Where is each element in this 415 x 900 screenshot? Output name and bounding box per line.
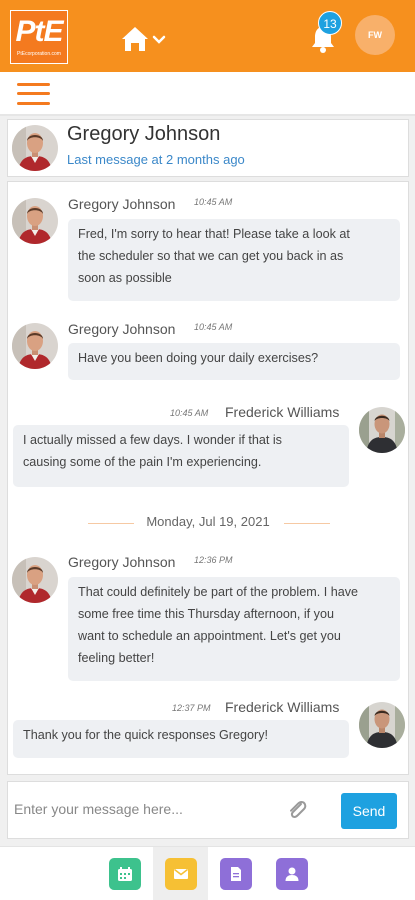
message-bubble: Have you been doing your daily exercises…: [68, 343, 400, 380]
home-icon: [122, 27, 166, 51]
message-sender: Gregory Johnson: [68, 196, 176, 212]
paperclip-icon: [290, 800, 307, 819]
message-list[interactable]: Gregory Johnson 10:45 AM Fred, I'm sorry…: [7, 181, 409, 775]
date-separator-text: Monday, Jul 19, 2021: [146, 514, 270, 529]
bottom-nav: [0, 846, 415, 900]
message-line: Have you been doing your daily exercises…: [78, 351, 319, 365]
message-composer: Send: [7, 781, 409, 839]
message-bubble: Fred, I'm sorry to hear that! Please tak…: [68, 219, 400, 301]
send-button[interactable]: Send: [341, 793, 397, 829]
last-message-status: Last message at 2 months ago: [67, 152, 245, 167]
chevron-down-icon: [152, 35, 166, 44]
document-icon: [231, 867, 241, 881]
user-avatar-button[interactable]: FW: [355, 15, 395, 55]
message-line: some free time this Thursday afternoon, …: [78, 607, 334, 621]
message-time: 10:45 AM: [194, 322, 233, 332]
contact-avatar: [12, 125, 58, 171]
message-sender: Frederick Williams: [225, 699, 340, 715]
conversation-header: Gregory Johnson Last message at 2 months…: [7, 119, 409, 177]
nav-messages-button[interactable]: [165, 858, 197, 890]
message-line: Fred, I'm sorry to hear that! Please tak…: [78, 227, 350, 241]
message-input[interactable]: [14, 794, 284, 824]
message-bubble: I actually missed a few days. I wonder i…: [13, 425, 349, 487]
date-line-right: [284, 523, 330, 524]
logo-subtext: PtEcorporation.com: [17, 51, 61, 57]
sender-avatar: [359, 702, 405, 748]
contact-name: Gregory Johnson: [67, 123, 221, 145]
message-sender: Frederick Williams: [225, 404, 340, 420]
message-time: 10:45 AM: [194, 197, 233, 207]
message-line: want to schedule an appointment. Let's g…: [78, 629, 341, 643]
message-line: the scheduler so that we can get you bac…: [78, 249, 344, 263]
sender-avatar: [12, 198, 58, 244]
message-time: 10:45 AM: [170, 408, 209, 418]
message-sender: Gregory Johnson: [68, 554, 176, 570]
sender-avatar: [12, 323, 58, 369]
divider: [0, 114, 415, 116]
message-line: soon as possible: [78, 271, 172, 285]
menu-row: [0, 72, 415, 114]
message-bubble: Thank you for the quick responses Gregor…: [13, 720, 349, 758]
sender-avatar: [12, 557, 58, 603]
message-line: feeling better!: [78, 651, 155, 665]
message-time: 12:37 PM: [172, 703, 211, 713]
calendar-icon: [118, 867, 132, 881]
message-line: Thank you for the quick responses Gregor…: [23, 728, 269, 742]
message-line: causing some of the pain I'm experiencin…: [23, 455, 262, 469]
nav-calendar-button[interactable]: [109, 858, 141, 890]
message-time: 12:36 PM: [194, 555, 233, 565]
date-separator: Monday, Jul 19, 2021: [8, 513, 408, 533]
message-line: That could definitely be part of the pro…: [78, 585, 359, 599]
logo-text: PtE: [15, 15, 63, 48]
home-menu-button[interactable]: [120, 24, 170, 54]
attach-file-button[interactable]: [286, 798, 308, 822]
message-line: I actually missed a few days. I wonder i…: [23, 433, 282, 447]
pte-logo[interactable]: PtE PtEcorporation.com: [10, 10, 68, 64]
message-sender: Gregory Johnson: [68, 321, 176, 337]
message-bubble: That could definitely be part of the pro…: [68, 577, 400, 681]
nav-documents-button[interactable]: [220, 858, 252, 890]
top-bar: PtE PtEcorporation.com 13 FW: [0, 0, 415, 72]
hamburger-menu-icon[interactable]: [17, 82, 50, 106]
sender-avatar: [359, 407, 405, 453]
notification-count-badge: 13: [318, 11, 342, 35]
nav-profile-button[interactable]: [276, 858, 308, 890]
envelope-icon: [174, 868, 188, 879]
user-icon: [285, 867, 299, 881]
